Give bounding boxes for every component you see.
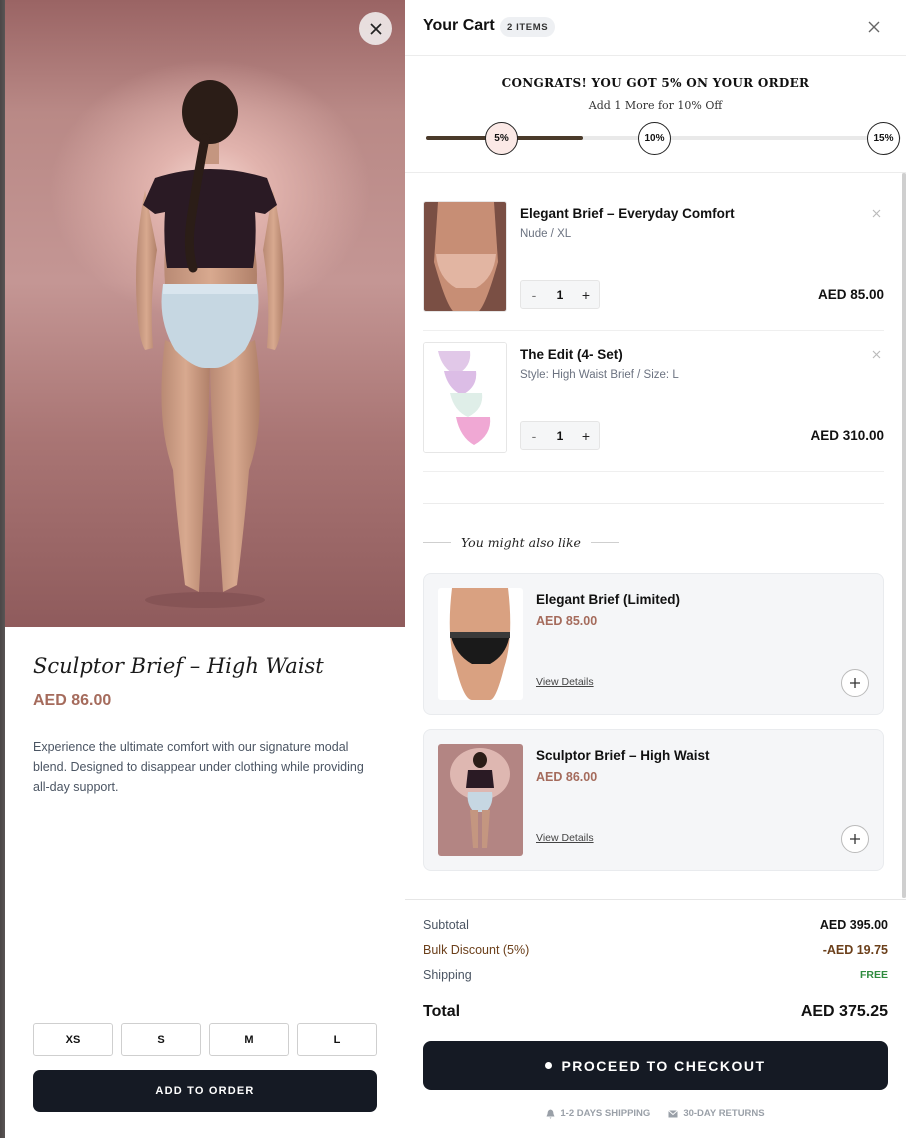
heading-rule-left <box>423 541 451 543</box>
recommendation-name[interactable]: Elegant Brief (Limited) <box>536 592 680 607</box>
cart-close-button[interactable] <box>864 17 884 37</box>
add-recommendation-button[interactable] <box>841 669 869 697</box>
line-item-name[interactable]: Elegant Brief – Everyday Comfort <box>520 206 735 221</box>
section-divider <box>423 503 884 504</box>
product-image <box>5 0 405 627</box>
close-icon <box>369 22 382 35</box>
recommendation-price: AED 86.00 <box>536 770 598 784</box>
size-selector: XS S M L <box>33 1023 377 1056</box>
quantity-value: 1 <box>556 428 564 443</box>
subtotal-label: Subtotal <box>423 918 469 932</box>
total-value: AED 375.25 <box>800 1003 888 1020</box>
milestone-15: 15% <box>867 122 900 155</box>
shipping-row: Shipping FREE <box>423 968 888 982</box>
subtotal-value: AED 395.00 <box>819 918 888 932</box>
close-icon <box>872 209 880 217</box>
product-description: Experience the ultimate comfort with our… <box>33 740 364 794</box>
product-photo-illustration <box>136 80 284 608</box>
product-thumbnail-image <box>424 202 506 311</box>
bell-icon <box>546 1109 555 1119</box>
line-item-thumbnail[interactable] <box>423 342 507 453</box>
item-divider <box>423 471 884 472</box>
recommendation-thumbnail[interactable] <box>438 588 523 700</box>
close-icon <box>872 350 880 358</box>
product-thumbnail-image <box>424 343 506 452</box>
add-to-order-button[interactable]: ADD TO ORDER <box>33 1070 377 1112</box>
line-item-name[interactable]: The Edit (4- Set) <box>520 347 623 362</box>
cart-summary: Subtotal AED 395.00 Bulk Discount (5%) -… <box>405 899 906 1138</box>
discount-row: Bulk Discount (5%) -AED 19.75 <box>423 943 888 957</box>
cart-title: Your Cart <box>423 17 495 34</box>
trust-badges: 1-2 DAYS SHIPPING 30-DAY RETURNS <box>405 1108 906 1119</box>
close-icon <box>868 21 880 33</box>
quantity-decrease-button[interactable]: - <box>521 422 547 449</box>
quantity-stepper: - 1 + <box>520 421 600 450</box>
milestone-5: 5% <box>485 122 518 155</box>
recommendation-name[interactable]: Sculptor Brief – High Waist <box>536 748 710 763</box>
cart-count-badge: 2 ITEMS <box>500 17 556 37</box>
size-option-s[interactable]: S <box>121 1023 201 1056</box>
discount-label: Bulk Discount (5%) <box>423 943 530 957</box>
discount-value: -AED 19.75 <box>822 943 888 957</box>
product-price: AED 86.00 <box>33 692 112 709</box>
quantity-increase-button[interactable]: + <box>573 422 599 449</box>
add-recommendation-button[interactable] <box>841 825 869 853</box>
line-item-thumbnail[interactable] <box>423 201 507 312</box>
product-title: Sculptor Brief – High Waist <box>33 654 324 678</box>
scrollbar-thumb[interactable] <box>902 173 906 898</box>
cart-scrollbar[interactable] <box>902 173 906 898</box>
shipping-badge-text: 1-2 DAYS SHIPPING <box>560 1108 651 1119</box>
cart-header: Your Cart 2 ITEMS <box>405 0 906 56</box>
size-option-m[interactable]: M <box>209 1023 289 1056</box>
cart-line-item: Elegant Brief – Everyday Comfort Nude / … <box>423 201 884 342</box>
promo-headline: CONGRATS! YOU GOT 5% ON YOUR ORDER <box>501 76 810 90</box>
plus-icon <box>850 834 860 844</box>
shipping-value: FREE <box>859 969 888 981</box>
lock-icon <box>545 1062 553 1069</box>
plus-icon <box>850 678 860 688</box>
cart-drawer: Your Cart 2 ITEMS CONGRATS! YOU GOT 5% O… <box>405 0 906 1138</box>
heading-rule-right <box>590 541 619 543</box>
promo-subline: Add 1 More for 10% Off <box>588 99 723 112</box>
recommendation-price: AED 85.00 <box>536 614 598 628</box>
remove-item-button[interactable] <box>869 206 883 220</box>
line-item-price: AED 85.00 <box>817 287 884 302</box>
remove-item-button[interactable] <box>869 347 883 361</box>
recommendations-heading: You might also like <box>423 532 619 552</box>
line-item-price: AED 310.00 <box>810 428 884 443</box>
size-option-xs[interactable]: XS <box>33 1023 113 1056</box>
view-details-link[interactable]: View Details <box>536 832 594 844</box>
mail-icon <box>668 1109 679 1117</box>
total-label: Total <box>423 1003 461 1020</box>
quantity-value: 1 <box>556 287 564 302</box>
cart-line-item: The Edit (4- Set) Style: High Waist Brie… <box>423 342 884 483</box>
returns-badge: 30-DAY RETURNS <box>668 1108 765 1119</box>
quantity-stepper: - 1 + <box>520 280 600 309</box>
recommendation-card: Elegant Brief (Limited) AED 85.00 View D… <box>423 573 884 715</box>
discount-progress-banner: CONGRATS! YOU GOT 5% ON YOUR ORDER Add 1… <box>405 56 906 173</box>
product-thumbnail-image <box>438 588 523 700</box>
total-row: Total AED 375.25 <box>423 1003 888 1021</box>
size-option-l[interactable]: L <box>297 1023 377 1056</box>
line-item-variant: Nude / XL <box>520 228 572 240</box>
product-quickview-panel: Sculptor Brief – High Waist AED 86.00 Ex… <box>5 0 405 1138</box>
line-item-variant: Style: High Waist Brief / Size: L <box>520 369 679 381</box>
view-details-link[interactable]: View Details <box>536 676 594 688</box>
checkout-button[interactable]: PROCEED TO CHECKOUT <box>423 1041 888 1090</box>
returns-badge-text: 30-DAY RETURNS <box>683 1108 765 1119</box>
quickview-close-button[interactable] <box>359 12 392 45</box>
shipping-label: Shipping <box>423 968 472 982</box>
quantity-increase-button[interactable]: + <box>573 281 599 308</box>
checkout-label: PROCEED TO CHECKOUT <box>561 1057 766 1074</box>
milestone-10: 10% <box>638 122 671 155</box>
shipping-badge: 1-2 DAYS SHIPPING <box>546 1108 650 1119</box>
recommendation-thumbnail[interactable] <box>438 744 523 856</box>
item-divider <box>423 330 884 331</box>
recommendations-heading-text: You might also like <box>461 534 581 550</box>
subtotal-row: Subtotal AED 395.00 <box>423 918 888 932</box>
product-thumbnail-image <box>438 744 523 856</box>
quantity-decrease-button[interactable]: - <box>521 281 547 308</box>
recommendation-card: Sculptor Brief – High Waist AED 86.00 Vi… <box>423 729 884 871</box>
